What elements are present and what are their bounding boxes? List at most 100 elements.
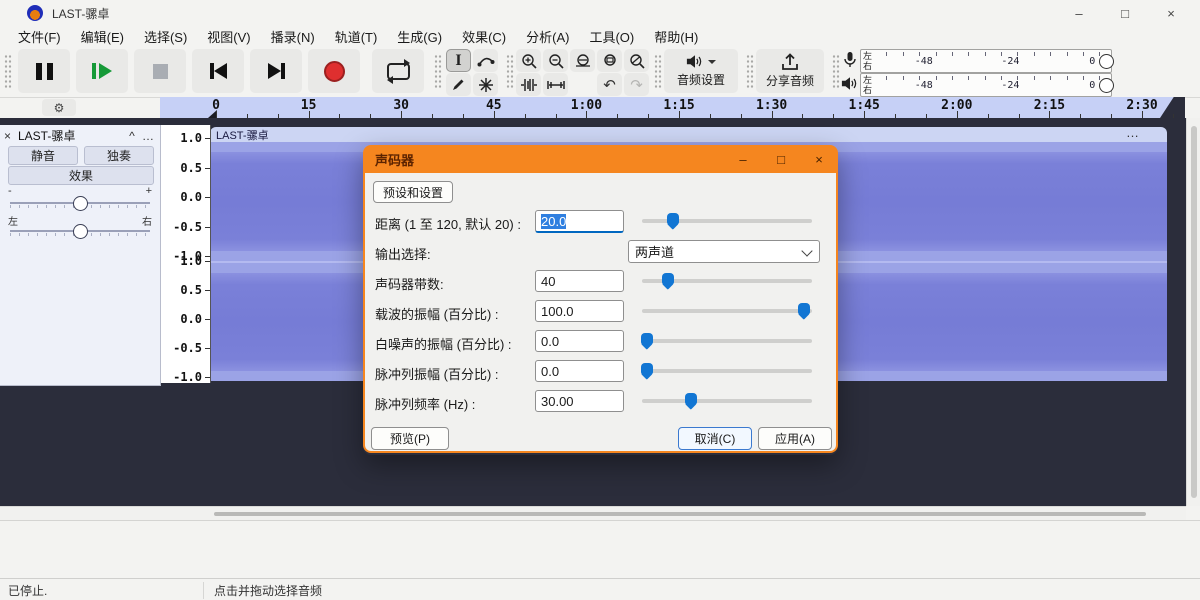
track-control-panel[interactable]: × LAST-骡卓 ^ … 静音 独奏 效果 - + 左 右 [0, 125, 161, 386]
menu-item-10[interactable]: 帮助(H) [644, 25, 708, 48]
dialog-slider[interactable] [642, 369, 812, 373]
dialog-value-field[interactable]: 40 [535, 270, 624, 292]
dialog-slider-thumb[interactable] [641, 363, 653, 375]
dialog-slider-thumb[interactable] [641, 333, 653, 345]
edit-grip[interactable] [506, 54, 514, 90]
menu-item-1[interactable]: 编辑(E) [71, 25, 134, 48]
track-collapse-button[interactable]: ^ [124, 129, 140, 143]
audio-setup-grip[interactable] [654, 54, 662, 90]
dialog-value-field[interactable]: 100.0 [535, 300, 624, 322]
horizontal-scrollbar[interactable] [0, 506, 1186, 521]
status-bar: 已停止. 点击并拖动选择音频 [0, 578, 1200, 600]
zoom-toggle-button[interactable] [624, 49, 649, 72]
gain-slider-thumb[interactable] [73, 196, 88, 211]
zoom-out-button[interactable] [543, 49, 568, 72]
dialog-slider[interactable] [642, 279, 812, 283]
timeline-ruler[interactable]: 01530451:001:151:301:452:002:152:30 [160, 97, 1185, 119]
pause-button[interactable] [18, 49, 70, 93]
undo-button[interactable]: ↶ [597, 73, 622, 96]
clip-header[interactable]: LAST-骡卓 … [210, 127, 1167, 142]
timeline-options-button[interactable]: ⚙ [42, 99, 76, 116]
dialog-slider[interactable] [642, 219, 812, 223]
meter-grip[interactable] [832, 54, 840, 90]
menu-item-2[interactable]: 选择(S) [134, 25, 197, 48]
dialog-value-field[interactable]: 0.0 [535, 360, 624, 382]
dialog-value-field[interactable]: 30.00 [535, 390, 624, 412]
meter-volume-thumb[interactable] [1099, 78, 1114, 93]
skip-to-end-button[interactable] [250, 49, 302, 93]
recording-meter[interactable]: 左右 -48-240 [860, 49, 1112, 73]
dialog-slider-thumb[interactable] [798, 303, 810, 315]
dialog-title-bar[interactable]: 声码器 – □ × [363, 145, 838, 173]
presets-settings-button[interactable]: 预设和设置 [373, 181, 453, 203]
gain-slider[interactable] [10, 202, 150, 204]
dialog-slider[interactable] [642, 309, 812, 313]
window-close-button[interactable]: × [1148, 0, 1194, 26]
menu-item-8[interactable]: 分析(A) [516, 25, 579, 48]
playback-right-label: 右 [863, 85, 877, 95]
loop-button[interactable] [372, 49, 424, 93]
menu-item-6[interactable]: 生成(G) [387, 25, 452, 48]
selection-tool-button[interactable]: I [446, 49, 471, 72]
dialog-slider-thumb[interactable] [685, 393, 697, 405]
record-left-label: 左 [863, 51, 877, 61]
menu-item-5[interactable]: 轨道(T) [325, 25, 388, 48]
track-menu-button[interactable]: … [140, 129, 156, 143]
pan-slider-thumb[interactable] [73, 224, 88, 239]
share-audio-button[interactable]: 分享音频 [756, 49, 824, 93]
stop-button[interactable] [134, 49, 186, 93]
record-button[interactable] [308, 49, 360, 93]
multi-tool-button[interactable] [473, 73, 498, 96]
window-minimize-button[interactable]: – [1056, 0, 1102, 26]
menu-item-0[interactable]: 文件(F) [8, 25, 71, 48]
dialog-minimize-button[interactable]: – [724, 145, 762, 173]
effects-button[interactable]: 效果 [8, 166, 154, 185]
track-title[interactable]: LAST-骡卓 [18, 127, 124, 144]
silence-audio-button[interactable] [543, 73, 568, 96]
draw-tool-button[interactable] [446, 73, 471, 96]
preview-button[interactable]: 预览(P) [371, 427, 449, 450]
audio-setup-button[interactable]: 音频设置 [664, 49, 738, 93]
playback-meter[interactable]: 左右 -48-240 [860, 73, 1112, 97]
zoom-selection-button[interactable] [570, 49, 595, 72]
vertical-scale-ruler[interactable]: 1.00.50.0-0.5-1.01.00.50.0-0.5-1.0 [160, 125, 211, 383]
zoom-in-button[interactable] [516, 49, 541, 72]
menu-item-9[interactable]: 工具(O) [579, 25, 644, 48]
solo-button[interactable]: 独奏 [84, 146, 154, 165]
meter-volume-thumb[interactable] [1099, 54, 1114, 69]
vertical-scrollbar[interactable] [1186, 118, 1200, 506]
dialog-slider[interactable] [642, 339, 812, 343]
dialog-row-6: 脉冲列频率 (Hz) :30.00 [365, 387, 836, 417]
transport-grip[interactable] [4, 54, 12, 90]
envelope-tool-button[interactable] [473, 49, 498, 72]
skip-to-start-button[interactable] [192, 49, 244, 93]
output-choice-dropdown[interactable]: 两声道 [628, 240, 820, 263]
dialog-value-field[interactable]: 20.0 [535, 210, 624, 233]
tools-grip[interactable] [434, 54, 442, 90]
cancel-button[interactable]: 取消(C) [678, 427, 752, 450]
dialog-slider-thumb[interactable] [662, 273, 674, 285]
redo-button[interactable]: ↷ [624, 73, 649, 96]
dialog-maximize-button[interactable]: □ [762, 145, 800, 173]
menu-item-7[interactable]: 效果(C) [452, 25, 516, 48]
zoom-fit-button[interactable] [597, 49, 622, 72]
pan-slider[interactable] [10, 230, 150, 232]
window-maximize-button[interactable]: □ [1102, 0, 1148, 26]
dialog-slider[interactable] [642, 399, 812, 403]
dialog-close-button[interactable]: × [800, 145, 838, 173]
vocoder-dialog[interactable]: 声码器 – □ × 预设和设置 距离 (1 至 120, 默认 20) :20.… [363, 145, 838, 455]
mute-button[interactable]: 静音 [8, 146, 78, 165]
menu-item-4[interactable]: 播录(N) [261, 25, 325, 48]
menu-item-3[interactable]: 视图(V) [197, 25, 260, 48]
horizontal-scrollbar-thumb[interactable] [214, 512, 1146, 516]
dialog-slider-thumb[interactable] [667, 213, 679, 225]
dialog-value-field[interactable]: 0.0 [535, 330, 624, 352]
vertical-scrollbar-thumb[interactable] [1191, 126, 1197, 498]
track-close-button[interactable]: × [4, 129, 18, 143]
play-button[interactable] [76, 49, 128, 93]
apply-button[interactable]: 应用(A) [758, 427, 832, 450]
trim-audio-button[interactable] [516, 73, 541, 96]
clip-menu-button[interactable]: … [1126, 125, 1139, 140]
share-grip[interactable] [746, 54, 754, 90]
dialog-rows: 距离 (1 至 120, 默认 20) :20.0输出选择:两声道声码器带数:4… [365, 207, 836, 417]
